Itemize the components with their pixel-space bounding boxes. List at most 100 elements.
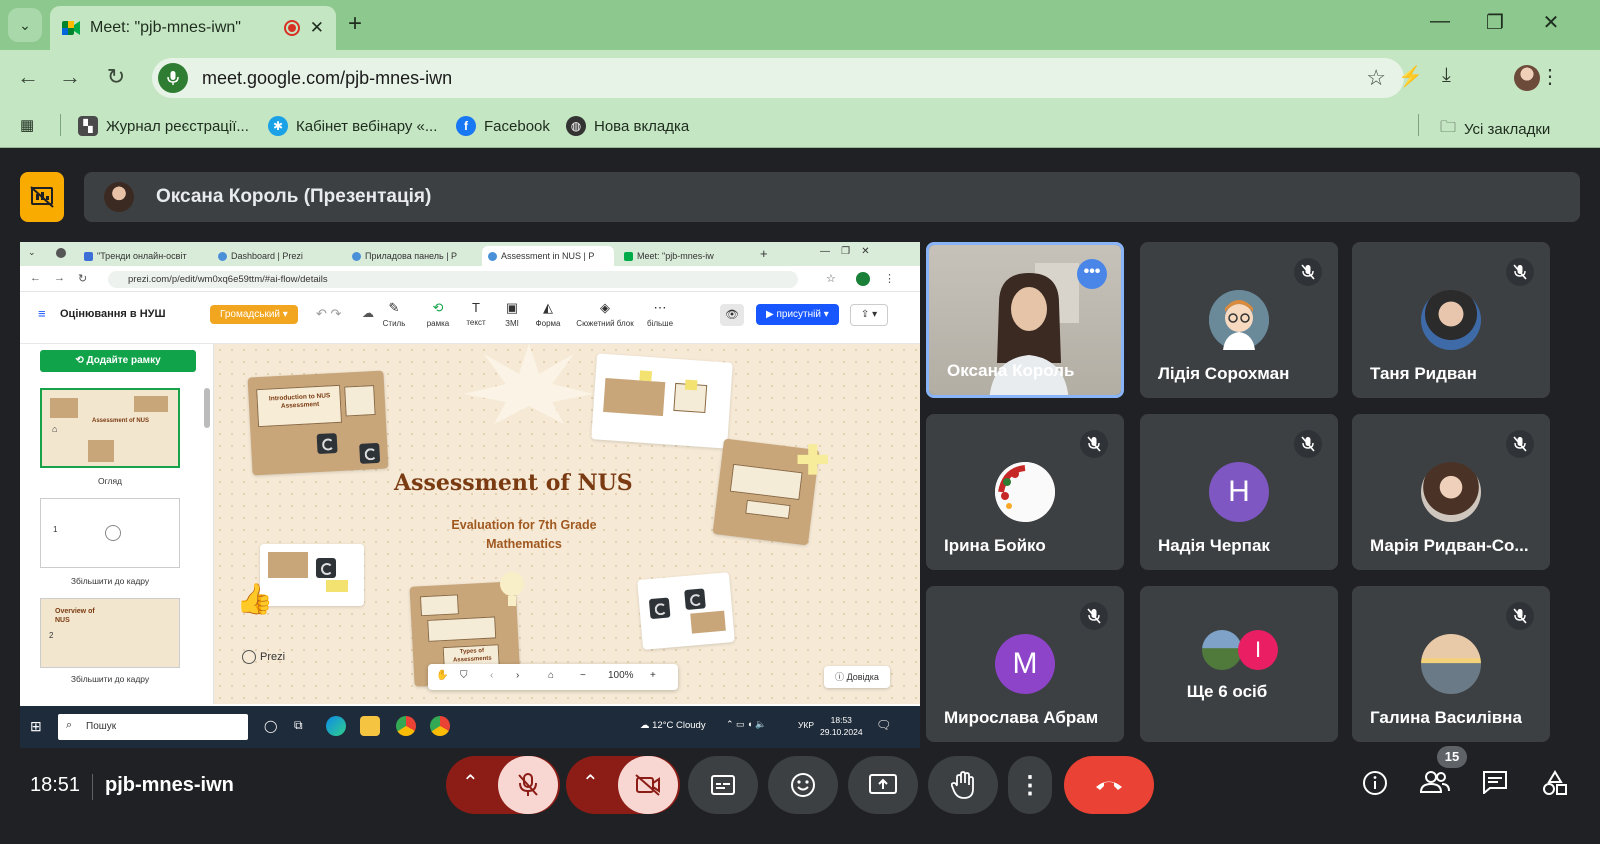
camera-control-group: ⌃ bbox=[566, 756, 680, 814]
restore-button[interactable]: ❐ bbox=[1480, 10, 1510, 35]
chevron-down-icon: ⌄ bbox=[28, 247, 36, 257]
taskbar-date: 29.10.2024 bbox=[820, 726, 863, 737]
video-thumbnail-icon bbox=[648, 597, 671, 620]
eye-icon: 👁 bbox=[720, 304, 744, 326]
participant-tile[interactable]: Ірина Бойко bbox=[926, 414, 1124, 570]
prezi-help-button: ⓘ Довідка bbox=[824, 666, 890, 688]
reload-button[interactable]: ↻ bbox=[102, 64, 130, 90]
reactions-button[interactable] bbox=[768, 756, 838, 814]
raise-hand-button[interactable] bbox=[928, 756, 998, 814]
video-options-button[interactable]: ⌃ bbox=[582, 770, 599, 795]
participant-tile[interactable]: Н Надія Черпак bbox=[1140, 414, 1338, 570]
participant-tile[interactable]: Марія Ридван-Со... bbox=[1352, 414, 1550, 570]
more-dots-icon: ⋯ bbox=[653, 300, 667, 315]
thumb-number: 2 bbox=[49, 631, 54, 640]
tab-search-dropdown[interactable]: ⌄ bbox=[8, 8, 42, 42]
unmute-mic-button[interactable] bbox=[498, 756, 558, 814]
prezi-present-button: ▶ присутній ▾ bbox=[756, 304, 839, 325]
stop-presenting-button[interactable] bbox=[20, 172, 64, 222]
close-window-button[interactable]: ✕ bbox=[1536, 10, 1566, 35]
bookmark-star-icon[interactable]: ☆ bbox=[1366, 65, 1386, 91]
bookmark-new-tab[interactable]: ◍ Нова вкладка bbox=[566, 116, 689, 136]
bookmark-journal[interactable]: ▚ Журнал реєстрації... bbox=[78, 116, 249, 136]
browser-tab-meet[interactable]: Meet: "pjb-mnes-iwn" ✕ bbox=[50, 6, 336, 50]
new-tab-button[interactable]: + bbox=[348, 10, 362, 38]
download-icon[interactable]: ⤓ bbox=[1442, 64, 1451, 87]
participant-tile[interactable]: Таня Ридван bbox=[1352, 242, 1550, 398]
activities-button[interactable] bbox=[1540, 770, 1570, 802]
apps-grid-icon[interactable]: ▦ bbox=[20, 116, 34, 134]
bookmark-facebook[interactable]: f Facebook bbox=[456, 116, 550, 136]
minimize-button[interactable]: — bbox=[1425, 10, 1455, 33]
close-tab-icon[interactable]: ✕ bbox=[310, 18, 324, 38]
all-bookmarks-button[interactable]: 🗀 Усі закладки bbox=[1440, 116, 1550, 143]
more-options-button[interactable]: ••• bbox=[1077, 259, 1107, 289]
prezi-tool-media: ▣ ЗМІ bbox=[492, 300, 532, 328]
white-card bbox=[637, 572, 735, 650]
address-bar[interactable]: meet.google.com/pjb-mnes-iwn ☆ bbox=[152, 58, 1404, 98]
all-bookmarks-label: Усі закладки bbox=[1464, 121, 1551, 138]
shape-icon: ◭ bbox=[543, 300, 553, 315]
back-icon: ← bbox=[30, 272, 41, 284]
weather-text: 12°C Cloudy bbox=[652, 720, 706, 731]
more-menu-icon[interactable]: ⋮ bbox=[1540, 64, 1560, 89]
chat-button[interactable] bbox=[1480, 770, 1510, 800]
leave-call-button[interactable] bbox=[1064, 756, 1154, 814]
participant-name: Надія Черпак bbox=[1158, 536, 1270, 555]
turn-on-camera-button[interactable] bbox=[618, 756, 678, 814]
bookmark-label: Журнал реєстрації... bbox=[106, 117, 249, 135]
forward-button[interactable]: → bbox=[56, 64, 84, 90]
notifications-icon: 🗨 bbox=[876, 718, 892, 732]
extensions-icon[interactable]: ⚡ bbox=[1398, 64, 1423, 89]
microphone-in-use-icon[interactable] bbox=[158, 63, 188, 93]
participant-name: Оксана Король bbox=[947, 361, 1075, 380]
intro-card: Introduction to NUS Assessment bbox=[247, 370, 389, 476]
avatar: М bbox=[995, 634, 1055, 694]
participant-name: Ірина Бойко bbox=[944, 536, 1046, 555]
back-button[interactable]: ← bbox=[14, 64, 42, 90]
url-text: meet.google.com/pjb-mnes-iwn bbox=[202, 67, 453, 88]
present-screen-icon bbox=[869, 774, 897, 794]
meeting-info-button[interactable] bbox=[1360, 770, 1390, 802]
shared-url: prezi.com/p/edit/wm0xq6e59ttm/#ai-flow/d… bbox=[108, 271, 798, 288]
prezi-frames-sidebar: ⟲ Додайте рамку Assessment of NUS ⌂ Огля… bbox=[20, 344, 214, 704]
sidebar-scrollbar bbox=[204, 388, 210, 428]
prezi-icon bbox=[352, 251, 361, 261]
audio-options-button[interactable]: ⌃ bbox=[462, 770, 479, 795]
camera-off-icon bbox=[635, 774, 660, 796]
participant-name: Галина Василівна bbox=[1370, 708, 1522, 727]
profile-avatar[interactable] bbox=[1514, 65, 1540, 91]
prezi-tool-frame: ⟲ рамка bbox=[418, 300, 458, 328]
frame-icon: ⟲ bbox=[432, 300, 444, 315]
participant-tile-others[interactable]: І Ще 6 осіб bbox=[1140, 586, 1338, 742]
participant-tile[interactable]: Лідія Сорохман bbox=[1140, 242, 1338, 398]
tool-label: Форма bbox=[535, 319, 561, 328]
thumb-card bbox=[88, 440, 114, 462]
shared-tab: "Тренди онлайн-освіт bbox=[78, 246, 210, 266]
zoom-level: 100% bbox=[608, 670, 634, 681]
system-tray-icons: ⌃ ▭ ◖ 🔈 bbox=[726, 719, 767, 729]
video-thumbnail-icon bbox=[359, 442, 381, 464]
prev-icon: ‹ bbox=[490, 670, 494, 681]
participant-tile[interactable]: Галина Василівна bbox=[1352, 586, 1550, 742]
more-options-button[interactable]: ⋮ bbox=[1008, 756, 1052, 814]
tool-label: рамка bbox=[426, 319, 450, 328]
participant-tile[interactable]: ••• Оксана Король bbox=[926, 242, 1124, 398]
participant-tile[interactable]: М Мирослава Абрам bbox=[926, 586, 1124, 742]
bookmarks-divider bbox=[60, 114, 61, 136]
shared-tab-label: Meet: "pjb-mnes-iw bbox=[637, 251, 714, 261]
mic-off-icon bbox=[1506, 258, 1534, 286]
prezi-icon bbox=[218, 251, 227, 261]
present-screen-button[interactable] bbox=[848, 756, 918, 814]
mic-control-group: ⌃ bbox=[446, 756, 560, 814]
bookmark-webinar[interactable]: ✱ Кабінет вебінару «... bbox=[268, 116, 437, 136]
prezi-tool-text: Tтекст bbox=[456, 300, 496, 327]
thumb-label: Збільшити до кадру bbox=[70, 576, 150, 586]
people-button[interactable] bbox=[1419, 770, 1450, 800]
pen-icon: ✎ bbox=[388, 300, 400, 315]
shared-tab: Meet: "pjb-mnes-iw bbox=[618, 246, 750, 266]
captions-button[interactable] bbox=[688, 756, 758, 814]
shared-tab-label: Assessment in NUS | P bbox=[501, 251, 595, 261]
white-card bbox=[591, 353, 733, 449]
home-icon: ⌂ bbox=[548, 670, 555, 681]
